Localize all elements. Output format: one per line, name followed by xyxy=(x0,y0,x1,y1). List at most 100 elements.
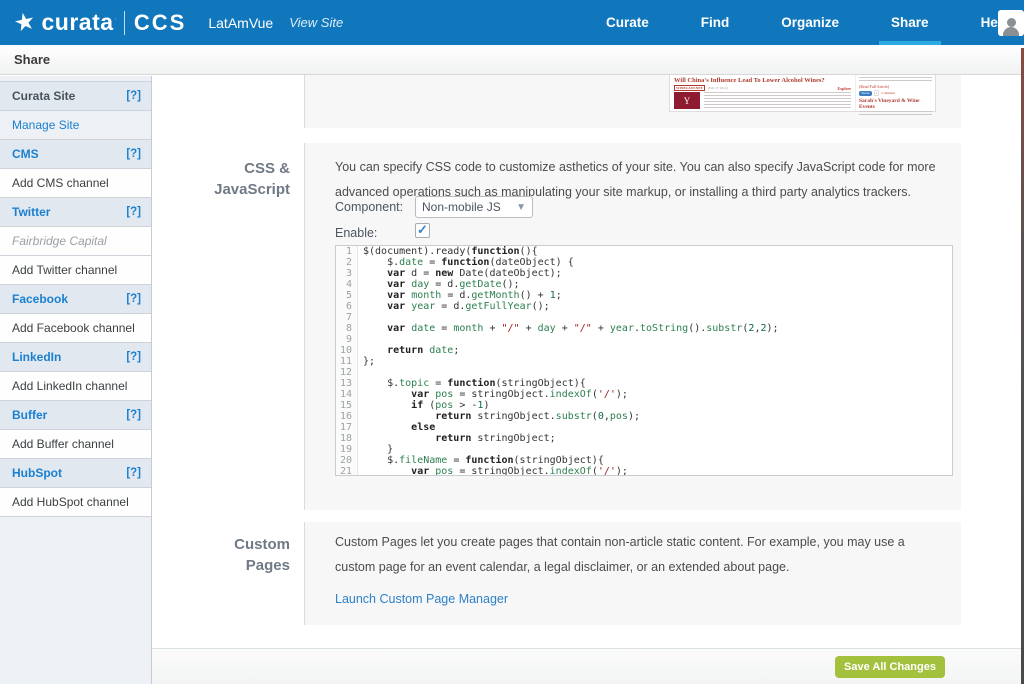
sidebar-item-add-cms-channel[interactable]: Add CMS channel xyxy=(0,169,151,198)
sidebar-item-label: Add LinkedIn channel xyxy=(12,379,141,393)
nav-item-curate[interactable]: Curate xyxy=(580,0,675,45)
sidebar-item-twitter[interactable]: Twitter[?] xyxy=(0,198,151,227)
component-dropdown[interactable]: Non-mobile JS ▼ xyxy=(415,196,533,218)
sidebar-item-add-buffer-channel[interactable]: Add Buffer channel xyxy=(0,430,151,459)
chevron-down-icon: ▼ xyxy=(516,202,526,213)
sidebar-item-label: Add Facebook channel xyxy=(12,321,141,335)
code-line: 16 return stringObject.substr(0,pos); xyxy=(336,411,952,422)
code-line: 6 var year = d.getFullYear(); xyxy=(336,301,952,312)
top-navbar: ★ curata ˙ CCS LatAmVue View Site Curate… xyxy=(0,0,1024,45)
sidebar-item-add-linkedin-channel[interactable]: Add LinkedIn channel xyxy=(0,372,151,401)
preview-sidebar-text xyxy=(859,77,932,83)
line-number: 18 xyxy=(336,433,358,444)
line-number: 8 xyxy=(336,323,358,334)
sidebar-item-label: Add Buffer channel xyxy=(12,437,141,451)
sidebar-item-label: HubSpot xyxy=(12,466,126,480)
preview-explore-link: Explore xyxy=(838,86,851,91)
help-icon[interactable]: [?] xyxy=(126,148,141,160)
help-icon[interactable]: [?] xyxy=(126,90,141,102)
help-icon[interactable]: [?] xyxy=(126,351,141,363)
sidebar-item-label: Fairbridge Capital xyxy=(12,234,141,248)
preview-sidebar-text2 xyxy=(859,111,932,117)
line-number: 2 xyxy=(336,257,358,268)
sidebar-item-add-twitter-channel[interactable]: Add Twitter channel xyxy=(0,256,151,285)
star-icon: ★ xyxy=(11,6,38,39)
sidebar-item-label: Twitter xyxy=(12,205,126,219)
code-line: 13 $.topic = function(stringObject){ xyxy=(336,378,952,389)
code-line: 17 else xyxy=(336,422,952,433)
sidebar-item-label: LinkedIn xyxy=(12,350,126,364)
launch-custom-page-manager-link[interactable]: Launch Custom Page Manager xyxy=(335,592,508,606)
sidebar-item-label: Facebook xyxy=(12,292,126,306)
line-number: 10 xyxy=(336,345,358,356)
help-icon[interactable]: [?] xyxy=(126,409,141,421)
component-dropdown-value: Non-mobile JS xyxy=(422,200,501,214)
css-js-section-label: CSS & JavaScript xyxy=(155,158,290,200)
line-number: 9 xyxy=(336,334,358,345)
share-sidebar: Curata Site[?]Manage SiteCMS[?]Add CMS c… xyxy=(0,76,152,684)
code-line: 19 } xyxy=(336,444,952,455)
tweet-count: 1 xyxy=(874,90,880,96)
line-number: 12 xyxy=(336,367,358,378)
nav-item-organize[interactable]: Organize xyxy=(755,0,865,45)
sidebar-item-facebook[interactable]: Facebook[?] xyxy=(0,285,151,314)
preview-source-badge: WINECAST.NET xyxy=(674,85,705,91)
sidebar-item-linkedin[interactable]: LinkedIn[?] xyxy=(0,343,151,372)
code-line: 3 var d = new Date(dateObject); xyxy=(336,268,952,279)
section-divider xyxy=(304,522,305,625)
help-icon[interactable]: [?] xyxy=(126,467,141,479)
code-line: 10 return date; xyxy=(336,345,952,356)
sidebar-item-manage-site[interactable]: Manage Site xyxy=(0,111,151,140)
code-line: 12 xyxy=(336,367,952,378)
line-number: 1 xyxy=(336,246,358,257)
sidebar-item-curata-site[interactable]: Curata Site[?] xyxy=(0,82,151,111)
sidebar-item-label: Buffer xyxy=(12,408,126,422)
code-line: 7 xyxy=(336,312,952,323)
preview-article-title: Will China's Influence Lead To Lower Alc… xyxy=(674,77,851,84)
custom-pages-section-label: Custom Pages xyxy=(155,534,290,576)
preview-body-text xyxy=(704,92,851,108)
line-number: 6 xyxy=(336,301,358,312)
sidebar-item-label: Add CMS channel xyxy=(12,176,141,190)
component-label: Component: xyxy=(335,200,403,214)
sidebar-item-label: Curata Site xyxy=(12,89,126,103)
tweet-button: Tweet xyxy=(859,91,872,96)
sidebar-item-label: Manage Site xyxy=(12,118,141,132)
sidebar-item-fairbridge-capital[interactable]: Fairbridge Capital xyxy=(0,227,151,256)
enable-checkbox[interactable] xyxy=(415,223,430,238)
sidebar-item-add-facebook-channel[interactable]: Add Facebook channel xyxy=(0,314,151,343)
registered-mark: ˙ xyxy=(115,19,117,26)
help-icon[interactable]: [?] xyxy=(126,206,141,218)
sidebar-item-cms[interactable]: CMS[?] xyxy=(0,140,151,169)
code-line: 21 var pos = stringObject.indexOf('/'); xyxy=(336,466,952,476)
nav-item-share[interactable]: Share xyxy=(865,0,955,45)
sidebar-item-label: CMS xyxy=(12,147,126,161)
preview-article-image: Y xyxy=(674,92,700,109)
code-line: 2 $.date = function(dateObject) { xyxy=(336,257,952,268)
section-divider xyxy=(304,143,305,510)
line-number: 20 xyxy=(336,455,358,466)
line-number: 4 xyxy=(336,279,358,290)
avatar-body-icon xyxy=(1003,27,1019,36)
code-line: 14 var pos = stringObject.indexOf('/'); xyxy=(336,389,952,400)
code-line: 20 $.fileName = function(stringObject){ xyxy=(336,455,952,466)
view-site-link[interactable]: View Site xyxy=(289,15,343,30)
sidebar-item-hubspot[interactable]: HubSpot[?] xyxy=(0,459,151,488)
code-line: 8 var date = month + "/" + day + "/" + y… xyxy=(336,323,952,334)
nav-item-find[interactable]: Find xyxy=(675,0,756,45)
sidebar-item-add-hubspot-channel[interactable]: Add HubSpot channel xyxy=(0,488,151,517)
line-number: 11 xyxy=(336,356,358,367)
avatar-head-icon xyxy=(1007,18,1016,27)
sidebar-item-label: Add HubSpot channel xyxy=(12,495,141,509)
code-line: 11}; xyxy=(336,356,952,367)
curata-logo[interactable]: ★ curata ˙ CCS xyxy=(14,8,186,37)
save-all-changes-button[interactable]: Save All Changes xyxy=(835,656,945,678)
code-editor[interactable]: 1$(document).ready(function(){2 $.date =… xyxy=(335,245,953,476)
sidebar-item-buffer[interactable]: Buffer[?] xyxy=(0,401,151,430)
line-number: 19 xyxy=(336,444,358,455)
user-avatar[interactable] xyxy=(998,10,1024,36)
line-number: 7 xyxy=(336,312,358,323)
help-icon[interactable]: [?] xyxy=(126,293,141,305)
code-line: 1$(document).ready(function(){ xyxy=(336,246,952,257)
line-number: 15 xyxy=(336,400,358,411)
